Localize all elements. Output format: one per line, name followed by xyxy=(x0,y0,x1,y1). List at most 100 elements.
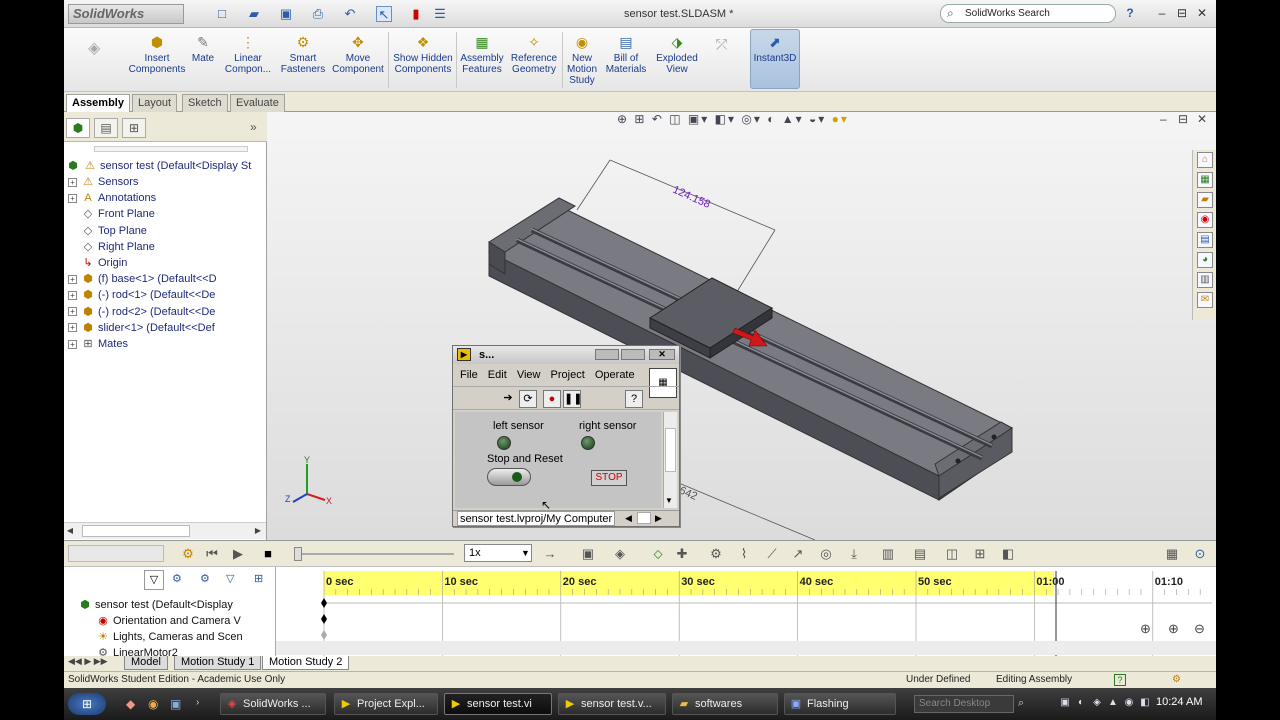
filter-driving-icon[interactable]: ⚙ xyxy=(172,572,182,585)
abort-execution-icon[interactable]: ● xyxy=(543,390,561,408)
playback-slider-thumb[interactable] xyxy=(294,547,302,561)
study-properties-icon[interactable]: ▤ xyxy=(912,546,928,562)
bill-of-materials-button[interactable]: ▤ Bill of Materials xyxy=(606,30,647,90)
expand-toggle-icon[interactable]: + xyxy=(68,307,77,317)
tray-chat-icon[interactable]: ◉ xyxy=(1122,696,1136,710)
tray-power-icon[interactable]: ◧ xyxy=(1138,696,1152,710)
labview-close-button[interactable]: ✕ xyxy=(649,349,675,360)
forum-icon[interactable]: ✉ xyxy=(1197,292,1213,308)
maximize-button[interactable]: ⊟ xyxy=(1174,5,1190,21)
playback-slider[interactable] xyxy=(294,553,454,555)
spring-icon[interactable]: ⌇ xyxy=(736,546,752,562)
mate-button[interactable]: ✎ Mate xyxy=(188,30,218,90)
design-library-icon[interactable]: ▦ xyxy=(1197,172,1213,188)
taskbar-button[interactable]: ▰ softwares xyxy=(672,693,778,715)
run-continuously-icon[interactable]: ⟳ xyxy=(519,390,537,408)
appearances-icon[interactable]: ◕ xyxy=(1197,252,1213,268)
contact-icon[interactable]: ◎ xyxy=(818,546,834,562)
vscroll-thumb[interactable] xyxy=(665,428,676,472)
search-results-icon[interactable]: ◉ xyxy=(1197,212,1213,228)
statusbar-help-icon[interactable]: ? xyxy=(1114,674,1126,686)
status-scroll-right-icon[interactable]: ▶ xyxy=(655,511,662,526)
tree-item[interactable]: ◇ Right Plane xyxy=(68,239,271,255)
menu-view[interactable]: View xyxy=(517,366,541,384)
rebuild-status-icon[interactable]: ⚙ xyxy=(1172,672,1181,688)
tree-filter-bar[interactable] xyxy=(94,146,248,152)
expand-toggle-icon[interactable]: + xyxy=(68,323,77,333)
view-palette-icon[interactable]: ▤ xyxy=(1197,232,1213,248)
desktop-search-icon[interactable]: ⌕ xyxy=(1018,697,1024,710)
tree-item[interactable]: ◇ Top Plane xyxy=(68,223,271,239)
motion-tree-item[interactable]: ◉ Orientation and Camera V xyxy=(96,613,286,629)
autokey-icon[interactable]: ⬦ xyxy=(650,546,666,562)
dimension-top-text[interactable]: 124.158 xyxy=(671,184,712,211)
file-explorer-icon[interactable]: ▰ xyxy=(1197,192,1213,208)
print-icon[interactable]: ⎙ xyxy=(310,6,326,22)
menu-file[interactable]: File xyxy=(460,366,478,384)
stop-reset-toggle[interactable] xyxy=(487,468,531,486)
pause-icon[interactable]: ❚❚ xyxy=(563,390,582,408)
save-icon[interactable]: ▣ xyxy=(278,6,294,22)
motor-icon[interactable]: ⚙ xyxy=(708,546,724,562)
filter-selected-icon[interactable]: ⚙ xyxy=(200,572,210,585)
taskbar-button[interactable]: ▣ Flashing xyxy=(784,693,896,715)
expand-toggle-icon[interactable]: + xyxy=(68,339,77,349)
motion-tree-item[interactable]: ☀ Lights, Cameras and Scen xyxy=(96,629,286,645)
context-help-icon[interactable]: ? xyxy=(625,390,643,408)
collapse-icon[interactable]: ◫ xyxy=(944,546,960,562)
rebuild-icon[interactable]: ▮ xyxy=(408,6,424,22)
undo-icon[interactable]: ↶ xyxy=(342,6,358,22)
taskbar-button[interactable]: ▶ Project Expl... xyxy=(334,693,438,715)
tree-item[interactable]: ◇ Front Plane xyxy=(68,206,271,222)
expand-toggle-icon[interactable]: + xyxy=(68,290,77,300)
desktop-search-input[interactable]: Search Desktop xyxy=(914,695,1014,713)
graphics-viewport[interactable]: ⊕ ⊞ ↶ ◫ ▣▾ ◧▾ ◎▾ ◐ ▲▾ ◒▾ ●▾ – ⊟ ✕ 124.15… xyxy=(267,112,1216,540)
reference-geometry-button[interactable]: ✧ Reference Geometry xyxy=(508,30,560,90)
menu-operate[interactable]: Operate xyxy=(595,366,635,384)
play-icon[interactable]: ▶ xyxy=(230,546,246,562)
smart-fasteners-button[interactable]: ⚙ Smart Fasteners xyxy=(278,30,328,90)
damper-icon[interactable]: ⟋ xyxy=(764,546,780,562)
tree-item[interactable]: + ⬢ (f) base<1> (Default<<D xyxy=(68,271,271,287)
layout-icon[interactable]: ▦ xyxy=(1164,546,1180,562)
home-icon[interactable]: ⌂ xyxy=(1197,152,1213,168)
solidworks-logo[interactable]: SolidWorks xyxy=(68,4,184,24)
tree-item[interactable]: + ⬢ (-) rod<2> (Default<<De xyxy=(68,304,271,320)
tab-nav-arrows-icon[interactable]: ◀◀ ▶ ▶▶ xyxy=(68,656,108,667)
tray-update-icon[interactable]: ▲ xyxy=(1106,696,1120,710)
vscroll-down-arrow-icon[interactable]: ▼ xyxy=(665,496,673,505)
help-icon[interactable]: ? xyxy=(1122,5,1138,21)
tab-evaluate[interactable]: Evaluate xyxy=(230,94,285,112)
tree-item[interactable]: ↳ Origin xyxy=(68,255,271,271)
instant3d-button[interactable]: ⬈ Instant3D xyxy=(750,29,800,89)
tab-motion-study-1[interactable]: Motion Study 1 xyxy=(174,656,262,670)
expand-toggle-icon[interactable]: + xyxy=(68,193,77,203)
tree-item[interactable]: + ⬢ slider<1> (Default<<Def xyxy=(68,320,271,336)
tray-volume-icon[interactable]: ◐ xyxy=(1074,696,1088,710)
calculate-icon[interactable]: ⚙ xyxy=(180,546,196,562)
firefox-icon[interactable]: ◉ xyxy=(148,697,158,711)
play-from-start-icon[interactable]: ⏮ xyxy=(204,546,220,562)
minimize-button[interactable]: – xyxy=(1154,5,1170,21)
new-document-icon[interactable]: □ xyxy=(214,6,230,22)
gravity-icon[interactable]: ⤓ xyxy=(846,546,862,562)
move-component-button[interactable]: ✥ Move Component xyxy=(330,30,386,90)
project-path[interactable]: sensor test.lvproj/My Computer xyxy=(457,511,616,526)
force-icon[interactable]: ↗ xyxy=(790,546,806,562)
tree-item[interactable]: + A Annotations xyxy=(68,190,271,206)
labview-maximize-button[interactable] xyxy=(621,349,645,360)
tray-network-icon[interactable]: ▣ xyxy=(1058,696,1072,710)
menu-project[interactable]: Project xyxy=(551,366,585,384)
search-input[interactable]: ⌕ SolidWorks Search xyxy=(940,4,1116,23)
exploded-view-button[interactable]: ⬗ Exploded View xyxy=(652,30,702,90)
sort-icon[interactable]: ⊞ xyxy=(254,572,263,585)
open-folder-icon[interactable]: ▰ xyxy=(246,6,262,22)
quicklaunch-icon[interactable]: ◆ xyxy=(126,697,135,711)
tree-item[interactable]: + ⊞ Mates xyxy=(68,336,271,352)
tray-security-icon[interactable]: ◈ xyxy=(1090,696,1104,710)
scroll-right-arrow-icon[interactable]: ▶ xyxy=(252,525,264,537)
new-motion-study-button[interactable]: ◉ New Motion Study xyxy=(564,30,600,90)
zoom-in-timeline-icon[interactable]: ⊕ xyxy=(1168,621,1179,637)
animation-wizard-icon[interactable]: ◈ xyxy=(612,546,628,562)
tree-item[interactable]: + ⚠ Sensors xyxy=(68,174,271,190)
